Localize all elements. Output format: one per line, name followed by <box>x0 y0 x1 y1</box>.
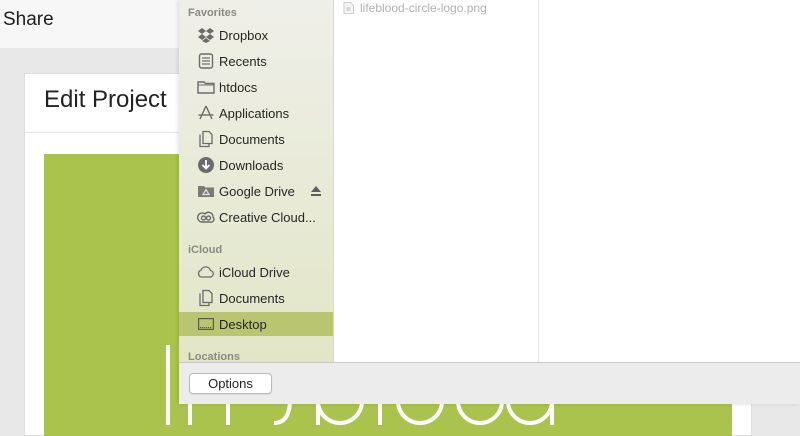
section-locations-title: Locations <box>188 351 240 362</box>
icloud-icon <box>197 263 215 281</box>
google-drive-icon <box>197 182 215 200</box>
folder-icon <box>197 78 215 96</box>
sidebar-item-dropbox[interactable]: Dropbox <box>179 23 333 47</box>
file-name: lifeblood-circle-logo.png <box>360 1 487 15</box>
sidebar-item-label: Desktop <box>219 316 267 332</box>
sidebar-item-htdocs[interactable]: htdocs <box>179 75 333 99</box>
desktop-icon <box>197 315 215 333</box>
sidebar-item-label: Applications <box>219 105 290 121</box>
sidebar-item-label: Creative Cloud... <box>219 209 316 225</box>
sidebar-item-label: htdocs <box>219 79 258 95</box>
downloads-icon <box>197 156 215 174</box>
sidebar-item-label: Dropbox <box>219 27 269 43</box>
sidebar-item-recents[interactable]: Recents <box>179 49 333 73</box>
applications-icon <box>197 104 215 122</box>
sidebar-item-google-drive[interactable]: Google Drive <box>179 179 333 203</box>
sidebar-item-icloud-documents[interactable]: Documents <box>179 286 333 310</box>
recents-icon <box>197 52 215 70</box>
documents-icon <box>197 289 215 307</box>
dialog-footer: Options <box>179 362 800 404</box>
sidebar-item-documents[interactable]: Documents <box>179 127 333 151</box>
section-icloud-title: iCloud <box>188 244 223 256</box>
sidebar-item-downloads[interactable]: Downloads <box>179 153 333 177</box>
section-favorites-title: Favorites <box>188 7 237 19</box>
sidebar-item-label: Documents <box>219 131 285 147</box>
documents-icon <box>197 130 215 148</box>
sidebar-item-desktop[interactable]: Desktop <box>179 312 333 336</box>
image-file-icon <box>343 2 354 14</box>
file-preview-column <box>540 0 800 362</box>
sidebar-item-creative-cloud[interactable]: Creative Cloud... <box>179 205 333 229</box>
dialog-sidebar: Favorites Dropbox Recents htdocs Applica… <box>179 0 334 362</box>
card-title: Edit Project <box>44 86 167 113</box>
file-browser-column: lifeblood-circle-logo.png <box>335 0 539 362</box>
sidebar-item-label: Google Drive <box>219 183 295 199</box>
sidebar-item-label: Recents <box>219 53 267 69</box>
app-title: Share <box>3 9 54 30</box>
dropbox-icon <box>197 26 215 44</box>
sidebar-item-label: Documents <box>219 290 285 306</box>
sidebar-item-label: iCloud Drive <box>219 264 290 280</box>
creative-cloud-icon <box>197 208 215 226</box>
file-open-dialog: Favorites Dropbox Recents htdocs Applica… <box>179 0 800 404</box>
sidebar-item-label: Downloads <box>219 157 284 173</box>
sidebar-item-applications[interactable]: Applications <box>179 101 333 125</box>
file-item[interactable]: lifeblood-circle-logo.png <box>343 0 487 16</box>
eject-icon[interactable] <box>310 185 322 197</box>
sidebar-item-icloud-drive[interactable]: iCloud Drive <box>179 260 333 284</box>
options-button[interactable]: Options <box>189 373 272 394</box>
